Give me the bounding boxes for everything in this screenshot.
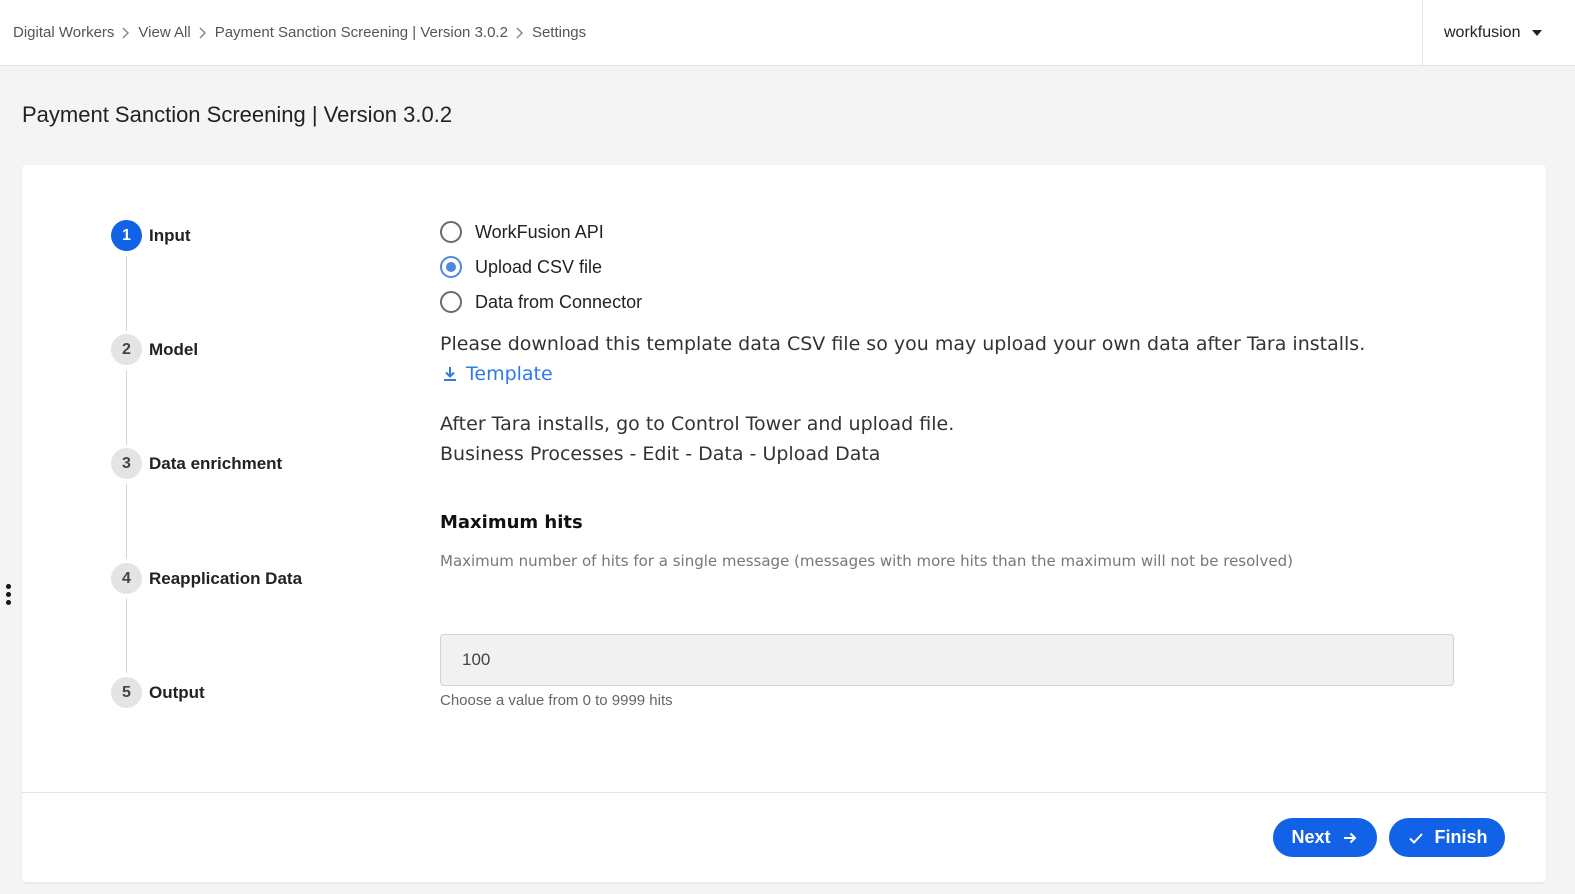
settings-card: 1 Input 2 Model 3 Data enrichment 4 Reap… [22,165,1546,882]
radio-label: Upload CSV file [475,256,603,277]
step-number: 4 [111,563,142,594]
template-link-label: Template [466,363,553,385]
breadcrumb-settings: Settings [531,24,587,41]
step-label: Input [149,225,191,245]
step-model[interactable]: 2 Model [111,334,371,365]
step-label: Reapplication Data [149,568,303,588]
upload-path: Business Processes - Edit - Data - Uploa… [440,443,881,465]
step-label: Model [149,339,199,359]
step-number: 3 [111,448,142,479]
breadcrumb-digital-workers[interactable]: Digital Workers [13,24,114,41]
step-data-enrichment[interactable]: 3 Data enrichment [111,448,371,479]
chevron-right-icon [114,26,138,39]
chevron-right-icon [508,26,532,39]
radio-label: Data from Connector [475,291,643,312]
page-title: Payment Sanction Screening | Version 3.0… [22,102,453,127]
step-number: 2 [111,334,142,365]
radio-label: WorkFusion API [475,221,604,242]
step-connector [126,484,127,559]
more-vertical-icon[interactable] [4,584,12,605]
step-output[interactable]: 5 Output [111,677,371,708]
step-input[interactable]: 1 Input [111,220,371,251]
upload-instructions: After Tara installs, go to Control Tower… [440,413,955,435]
chevron-right-icon [191,26,215,39]
step-connector [126,598,127,673]
finish-button[interactable]: Finish [1389,818,1505,857]
step-label: Data enrichment [149,453,283,473]
radio-button[interactable] [440,221,462,243]
user-menu-label: workfusion [1444,24,1521,41]
download-instructions: Please download this template data CSV f… [440,333,1366,355]
template-download-link[interactable]: Template [440,363,553,385]
next-button-label: Next [1291,827,1331,847]
finish-button-label: Finish [1434,827,1488,847]
arrow-right-icon [1343,832,1356,843]
user-menu[interactable]: workfusion [1422,0,1575,66]
step-connector [126,256,127,331]
step-number: 5 [111,677,142,708]
breadcrumb-view-all[interactable]: View All [138,24,190,41]
step-connector [126,370,127,445]
breadcrumb-worker[interactable]: Payment Sanction Screening | Version 3.0… [215,24,508,41]
max-hits-title: Maximum hits [440,512,583,533]
radio-data-from-connector[interactable]: Data from Connector [440,291,642,313]
max-hits-hint: Choose a value from 0 to 9999 hits [440,692,673,709]
top-bar: Digital Workers View All Payment Sanctio… [0,0,1575,66]
radio-button[interactable] [440,256,462,278]
radio-button[interactable] [440,291,462,313]
next-button[interactable]: Next [1273,818,1377,857]
radio-workfusion-api[interactable]: WorkFusion API [440,221,604,243]
step-number: 1 [111,220,142,251]
download-icon [444,367,456,381]
radio-upload-csv[interactable]: Upload CSV file [440,256,602,278]
max-hits-description: Maximum number of hits for a single mess… [440,552,1293,570]
max-hits-input[interactable] [440,634,1454,686]
check-icon [1408,832,1423,844]
breadcrumb: Digital Workers View All Payment Sanctio… [13,24,586,41]
caret-down-icon [1532,30,1543,36]
step-label: Output [149,682,205,702]
step-reapplication-data[interactable]: 4 Reapplication Data [111,563,371,594]
